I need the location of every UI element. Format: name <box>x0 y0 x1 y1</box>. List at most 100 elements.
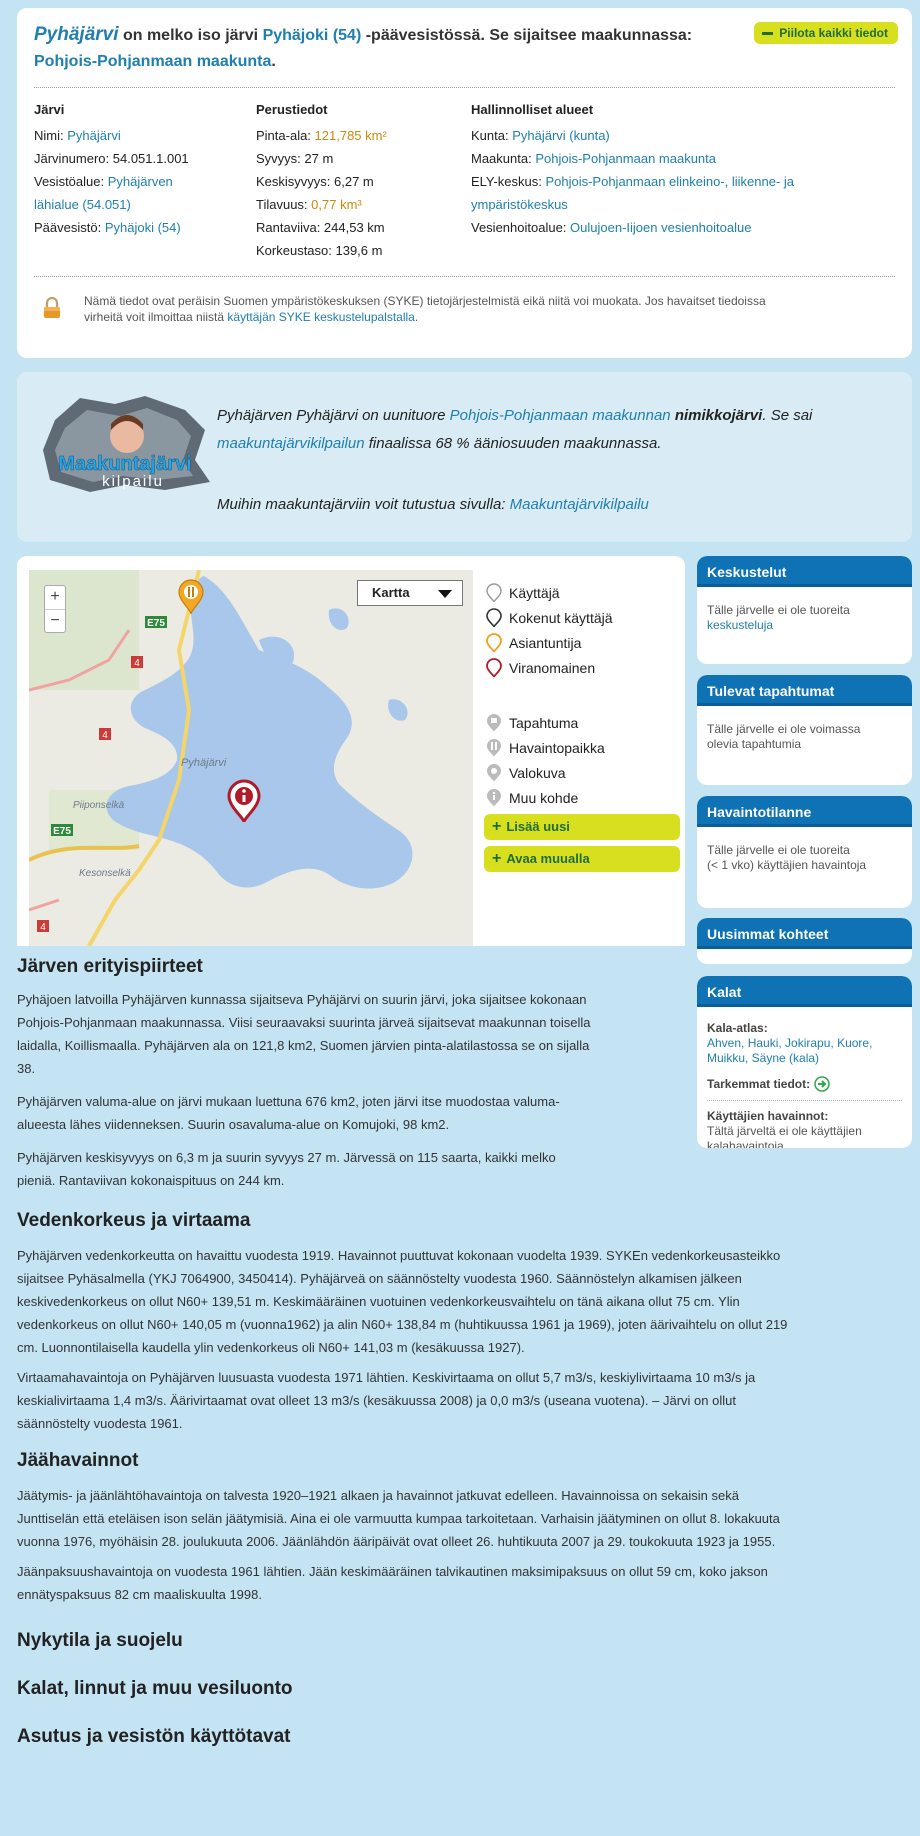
experienced-pin-icon <box>486 607 502 627</box>
divider <box>707 1100 902 1101</box>
p6-line-3: vuonna 1976, myöhäisin 28. joulukuuta 20… <box>17 1534 776 1549</box>
water-mgmt-label: Vesienhoitoalue: <box>471 220 567 235</box>
volume-label: Tilavuus: <box>256 197 308 212</box>
paragraph-water-level-2: Virtaamahavaintoja on Pyhäjärven luusuas… <box>17 1366 897 1435</box>
fish-list-2[interactable]: Muikku, Säyne (kala) <box>707 1051 819 1065</box>
fish-title[interactable]: Kalat <box>697 976 912 1007</box>
legend-other[interactable]: Muu kohde <box>485 785 675 810</box>
p3-line-2: pieniä. Rantaviivan kokonaispituus on 24… <box>17 1173 285 1188</box>
legend-user[interactable]: Käyttäjä <box>485 580 675 605</box>
add-new-button[interactable]: + Lisää uusi <box>484 814 680 840</box>
area-link-1[interactable]: Pyhäjärven <box>108 174 173 189</box>
legend-event[interactable]: Tapahtuma <box>485 710 675 735</box>
hide-all-button[interactable]: Piilota kaikki tiedot <box>754 22 898 44</box>
p7-line-1: Jäänpaksuushavaintoja on vuodesta 1961 l… <box>17 1564 768 1579</box>
shoreline: Rantaviiva: 244,53 km <box>256 220 385 235</box>
pl-page-link[interactable]: Maakuntajärvikilpailu <box>510 496 649 513</box>
water-mgmt-link[interactable]: Oulujoen-Iijoen vesienhoitoalue <box>570 220 751 235</box>
province-link[interactable]: Pohjois-Pohjanmaan maakunta <box>535 151 716 166</box>
lock-icon <box>44 297 60 318</box>
legend-experienced-user[interactable]: Kokenut käyttäjä <box>485 605 675 630</box>
volume-value[interactable]: 0,77 km³ <box>311 197 362 212</box>
elevation: Korkeustaso: 139,6 m <box>256 243 383 258</box>
notice-text-1: Nämä tiedot ovat peräisin Suomen ympäris… <box>84 294 766 308</box>
dropdown-arrow-icon <box>438 590 452 598</box>
province-lake-box: Maakuntajärvi kilpailu Pyhäjärven Pyhäjä… <box>17 372 912 542</box>
camera-icon <box>487 763 501 782</box>
syke-notice: Nämä tiedot ovat peräisin Suomen ympäris… <box>34 293 895 325</box>
fish-box: Kalat Kala-atlas: Ahven, Hauki, Jokirapu… <box>697 976 912 1148</box>
road-4-b: 4 <box>102 730 108 741</box>
surface-area-value[interactable]: 121,785 km² <box>315 128 387 143</box>
logo-text-2: kilpailu <box>102 473 164 490</box>
pl-text-3: finaalissa 68 % ääniosuuden maakunnassa. <box>368 435 662 452</box>
legend-observation-label: Havaintopaikka <box>509 739 605 756</box>
discussions-link[interactable]: keskusteluja <box>707 618 773 632</box>
ely-link-1[interactable]: Pohjois-Pohjanmaan elinkeino-, liikenne-… <box>545 174 794 189</box>
legend-expert[interactable]: Asiantuntija <box>485 630 675 655</box>
area-label: Vesistöalue: <box>34 174 105 189</box>
pl-contest-link[interactable]: maakuntajärvikilpailun <box>217 435 365 452</box>
minus-icon <box>762 32 774 36</box>
more-info-row[interactable]: Tarkemmat tiedot: <box>707 1076 902 1092</box>
fish-list-1[interactable]: Ahven, Hauki, Jokirapu, Kuore, <box>707 1036 872 1050</box>
province-lake-more: Muihin maakuntajärviin voit tutustua siv… <box>217 496 649 513</box>
legend-authority-label: Viranomainen <box>509 659 596 676</box>
arrow-right-icon[interactable] <box>814 1076 830 1092</box>
map-label-kesonselka: Kesonselkä <box>79 868 131 879</box>
p4-line-3: keskivedenkorkeus on ollut N60+ 139,51 m… <box>17 1294 740 1309</box>
area-link-2[interactable]: lähialue (54.051) <box>34 197 131 212</box>
zoom-out-button[interactable]: − <box>45 609 65 632</box>
p4-line-1: Pyhäjärven vedenkorkeutta on havaittu vu… <box>17 1248 781 1263</box>
discussions-box: Keskustelut Tälle järvelle ei ole tuorei… <box>697 556 912 664</box>
intro-text-3: . <box>271 53 276 70</box>
events-text-2: olevia tapahtumia <box>707 737 802 751</box>
legend-observation-place[interactable]: Havaintopaikka <box>485 735 675 760</box>
province-lake-text: Pyhäjärven Pyhäjärvi on uunituore Pohjoi… <box>217 402 907 458</box>
section-title-ice: Jäähavainnot <box>17 1450 139 1471</box>
lake-intro: Pyhäjärvi on melko iso järvi Pyhäjoki (5… <box>34 22 754 75</box>
observations-title[interactable]: Havaintotilanne <box>697 796 912 827</box>
user-obs-label: Käyttäjien havainnot: <box>707 1109 829 1123</box>
p2-line-1: Pyhäjärven valuma-alue on järvi mukaan l… <box>17 1094 560 1109</box>
discussions-title[interactable]: Keskustelut <box>697 556 912 587</box>
open-elsewhere-button[interactable]: + Avaa muualla <box>484 846 680 872</box>
basic-info-title: Perustiedot <box>256 102 328 117</box>
pl-region-link[interactable]: Pohjois-Pohjanmaan maakunnan <box>450 407 671 424</box>
divider <box>34 276 895 277</box>
legend-authority[interactable]: Viranomainen <box>485 655 675 680</box>
section-title-nature: Kalat, linnut ja muu vesiluonto <box>17 1678 293 1699</box>
region-link[interactable]: Pohjois-Pohjanmaan maakunta <box>34 53 271 70</box>
syke-forum-link[interactable]: käyttäjän SYKE keskustelupalstalla <box>227 310 414 324</box>
ely-label: ELY-keskus: <box>471 174 542 189</box>
map-canvas[interactable]: E75 E75 4 4 4 Pyhäjärvi Piiponselkä Keso… <box>29 570 473 946</box>
pl-text-4: Muihin maakuntajärviin voit tutustua siv… <box>217 496 506 513</box>
observations-box: Havaintotilanne Tälle järvelle ei ole tu… <box>697 796 912 908</box>
basic-info-column: Perustiedot Pinta-ala: 121,785 km² Syvyy… <box>256 100 471 262</box>
road-e75-b: E75 <box>53 826 71 837</box>
p6-line-2: Junttiselän että eteläisen ison selän jä… <box>17 1511 780 1526</box>
p5-line-1: Virtaamahavaintoja on Pyhäjärven luusuas… <box>17 1370 756 1385</box>
p2-line-2: alueesta lähes viidenneksen. Suurin osav… <box>17 1117 450 1132</box>
municipality-link[interactable]: Pyhäjärvi (kunta) <box>512 128 610 143</box>
observation-place-icon <box>487 738 501 757</box>
watershed-link[interactable]: Pyhäjoki (54) <box>263 27 362 44</box>
main-watershed-link[interactable]: Pyhäjoki (54) <box>105 220 181 235</box>
map-type-select[interactable]: Kartta <box>357 580 463 606</box>
admin-title: Hallinnolliset alueet <box>471 102 594 117</box>
paragraph-features-1: Pyhäjoen latvoilla Pyhäjärven kunnassa s… <box>17 988 677 1080</box>
ely-link-2[interactable]: ympäristökeskus <box>471 197 568 212</box>
lake-info-box: Pyhäjärvi on melko iso järvi Pyhäjoki (5… <box>17 8 912 358</box>
discussions-text: Tälle järvelle ei ole tuoreita <box>707 603 850 617</box>
zoom-in-button[interactable]: + <box>45 586 65 609</box>
name-link[interactable]: Pyhäjärvi <box>67 128 120 143</box>
legend-photo[interactable]: Valokuva <box>485 760 675 785</box>
events-title[interactable]: Tulevat tapahtumat <box>697 675 912 706</box>
map-label-piiponselka: Piiponselkä <box>73 800 125 811</box>
notice-text-2: virheitä voit ilmoittaa niistä <box>84 310 225 324</box>
latest-items-title[interactable]: Uusimmat kohteet <box>697 918 912 949</box>
section-title-water-level: Vedenkorkeus ja virtaama <box>17 1210 251 1231</box>
surface-area-label: Pinta-ala: <box>256 128 311 143</box>
lake-map[interactable]: E75 E75 4 4 4 Pyhäjärvi Piiponselkä Keso… <box>29 570 473 946</box>
zoom-control: + − <box>44 585 66 633</box>
